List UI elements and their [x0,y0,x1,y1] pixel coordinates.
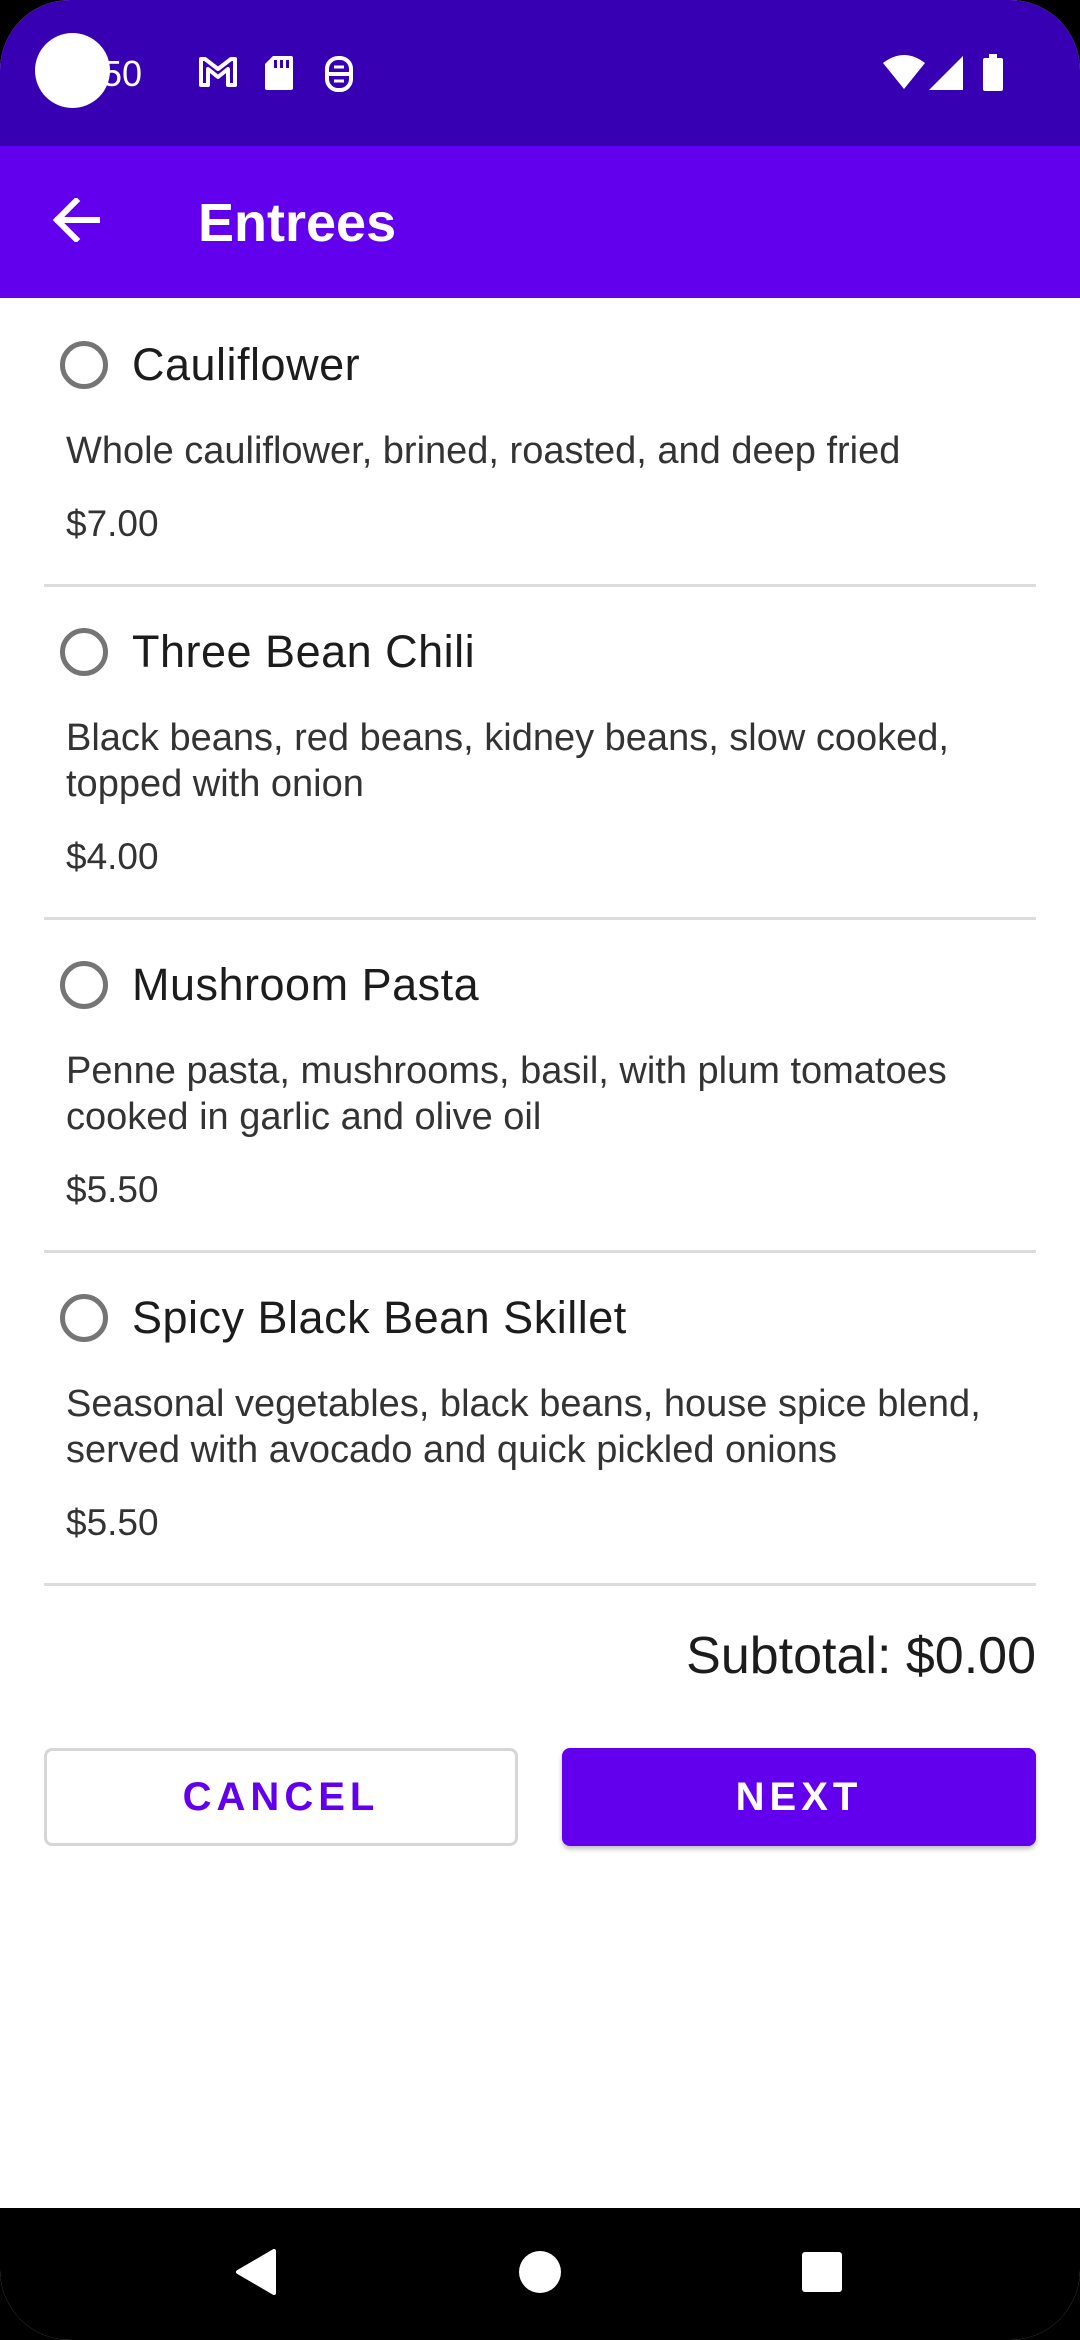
menu-item-option[interactable]: Cauliflower [44,298,1036,392]
recents-square-icon [801,2251,843,2298]
menu-item-price: $4.00 [66,836,159,877]
nav-recents-button[interactable] [752,2208,892,2340]
menu-item-description: Penne pasta, mushrooms, basil, with plum… [66,1050,947,1138]
menu-item: Spicy Black Bean Skillet Seasonal vegeta… [44,1253,1036,1586]
menu-item: Three Bean Chili Black beans, red beans,… [44,587,1036,920]
page-title: Entrees [198,193,397,253]
menu-item-price: $5.50 [66,1169,159,1210]
menu-item-description: Whole cauliflower, brined, roasted, and … [66,430,901,472]
nav-back-button[interactable] [186,2208,326,2340]
menu-item-name: Mushroom Pasta [132,959,480,1010]
radio-button[interactable] [60,341,108,389]
wifi-icon [882,55,926,96]
menu-item: Cauliflower Whole cauliflower, brined, r… [44,298,1036,587]
status-bar: :50 [0,0,1080,146]
menu-item-option[interactable]: Three Bean Chili [44,587,1036,679]
radio-button[interactable] [60,961,108,1009]
menu-item-name: Three Bean Chili [132,626,476,677]
cancel-button[interactable]: CANCEL [44,1748,518,1846]
radio-button[interactable] [60,1294,108,1342]
menu-item-option[interactable]: Spicy Black Bean Skillet [44,1253,1036,1345]
signal-icon [928,55,964,96]
battery-icon [982,54,1004,97]
sd-card-icon [264,55,294,96]
radio-button[interactable] [60,628,108,676]
back-button[interactable] [30,176,122,268]
menu-item: Mushroom Pasta Penne pasta, mushrooms, b… [44,920,1036,1253]
menu-item-price: $7.00 [66,503,159,544]
menu-item-description: Black beans, red beans, kidney beans, sl… [66,717,949,805]
status-time: :50 [92,53,143,94]
subtotal: Subtotal: $0.00 [686,1627,1036,1685]
gmail-icon [198,55,238,94]
home-circle-icon [518,2250,562,2299]
menu-item-name: Spicy Black Bean Skillet [132,1292,627,1343]
accessibility-icon [324,55,354,98]
menu-item-option[interactable]: Mushroom Pasta [44,920,1036,1012]
navigation-bar [0,2208,1080,2340]
nav-home-button[interactable] [470,2208,610,2340]
menu-item-name: Cauliflower [132,339,361,390]
menu-item-price: $5.50 [66,1502,159,1543]
next-button[interactable]: NEXT [562,1748,1036,1846]
screen: :50 Entrees Cauliflower Whole cauliflowe… [0,0,1080,2340]
menu-list: Cauliflower Whole cauliflower, brined, r… [44,298,1036,1586]
menu-item-description: Seasonal vegetables, black beans, house … [66,1383,981,1471]
arrow-back-icon [52,196,101,247]
back-triangle-icon [234,2248,278,2301]
app-bar: Entrees [0,146,1080,298]
